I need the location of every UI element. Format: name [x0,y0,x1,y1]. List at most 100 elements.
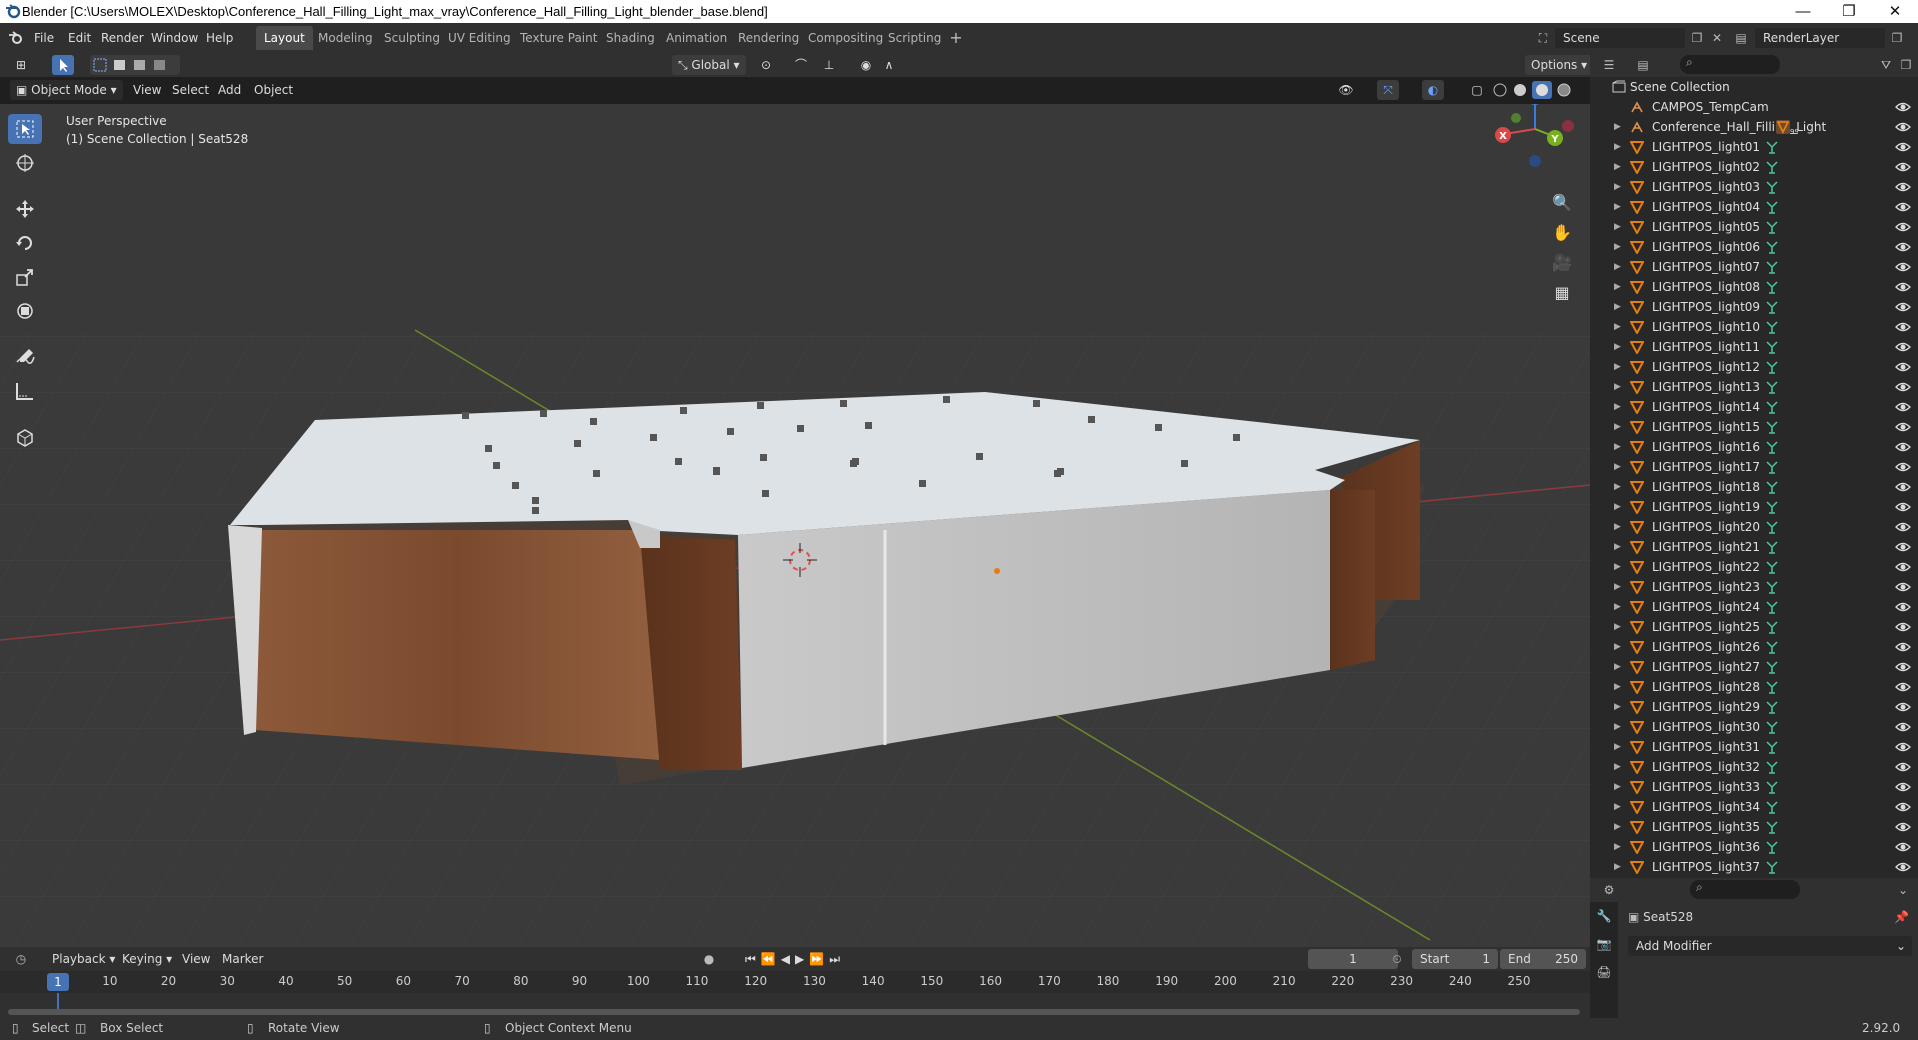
eye-icon[interactable] [1895,680,1911,694]
modifier-icon[interactable] [1765,820,1779,834]
outliner-row[interactable]: ▶ LIGHTPOS_light10 [1590,317,1918,337]
add-modifier-button[interactable]: Add Modifier ⌄ [1628,936,1912,956]
timeline-menu-marker[interactable]: Marker [222,949,263,969]
modifier-icon[interactable] [1765,740,1779,754]
menu-help[interactable]: Help [200,28,239,48]
eye-icon[interactable] [1895,340,1911,354]
select-tool-icon[interactable] [52,55,74,75]
modifier-icon[interactable] [1765,780,1779,794]
outliner-row[interactable]: ▶ LIGHTPOS_light13 [1590,377,1918,397]
expand-arrow-icon[interactable]: ▶ [1614,577,1621,597]
annotate-tool-icon[interactable] [8,342,42,372]
options-dropdown[interactable]: Options ▾ [1525,55,1594,75]
expand-arrow-icon[interactable]: ▶ [1614,237,1621,257]
eye-icon[interactable] [1895,420,1911,434]
timeline-menu-view[interactable]: View [182,949,210,969]
expand-arrow-icon[interactable]: ▶ [1614,137,1621,157]
expand-arrow-icon[interactable]: ▶ [1614,257,1621,277]
snap-target-icon[interactable]: ⊥ [818,55,840,75]
end-frame-field[interactable]: End 250 [1500,949,1586,969]
blender-menu-icon[interactable] [8,30,24,46]
outliner-row[interactable]: ▶ LIGHTPOS_light37 [1590,857,1918,877]
camera-view-icon[interactable]: 🎥 [1548,248,1576,278]
eye-icon[interactable] [1895,400,1911,414]
modifier-icon[interactable] [1765,480,1779,494]
eye-icon[interactable] [1895,380,1911,394]
timeline-menu-playback[interactable]: Playback ▾ [52,949,115,969]
modifier-icon[interactable] [1765,720,1779,734]
eye-icon[interactable] [1895,720,1911,734]
outliner-row[interactable]: ▶ LIGHTPOS_light05 [1590,217,1918,237]
eye-icon[interactable] [1895,180,1911,194]
outliner-row[interactable]: ▶ LIGHTPOS_light11 [1590,337,1918,357]
eye-icon[interactable] [1895,820,1911,834]
expand-arrow-icon[interactable]: ▶ [1614,117,1621,137]
outliner-row[interactable]: ▶ LIGHTPOS_light33 [1590,777,1918,797]
expand-arrow-icon[interactable]: ▶ [1614,617,1621,637]
modifier-icon[interactable] [1765,640,1779,654]
add-cube-tool-icon[interactable] [8,422,42,452]
shading-mode-buttons[interactable] [1490,81,1576,99]
modifier-icon[interactable] [1765,300,1779,314]
expand-arrow-icon[interactable]: ▶ [1614,217,1621,237]
eye-icon[interactable] [1895,360,1911,374]
outliner-row[interactable]: ▶ LIGHTPOS_light22 [1590,557,1918,577]
eye-icon[interactable] [1895,220,1911,234]
delete-scene-icon[interactable]: ✕ [1706,28,1728,48]
outliner-row[interactable]: ▶ LIGHTPOS_light15 [1590,417,1918,437]
outliner-row[interactable]: ▶ LIGHTPOS_light02 [1590,157,1918,177]
record-icon[interactable]: ● [698,949,720,969]
eye-icon[interactable] [1895,240,1911,254]
outliner-row[interactable]: ▶ LIGHTPOS_light23 [1590,577,1918,597]
timeline-scrollbar[interactable] [8,1009,1580,1015]
viewport-menu-view[interactable]: View [133,80,161,100]
outliner-row[interactable]: ▶ LIGHTPOS_light19 [1590,497,1918,517]
render-layer-selector[interactable]: RenderLayer [1755,28,1885,48]
output-tab-icon[interactable]: 🖨 [1590,958,1618,986]
eye-icon[interactable] [1895,460,1911,474]
outliner-row[interactable]: ▶ LIGHTPOS_light16 [1590,437,1918,457]
modifier-icon[interactable] [1765,400,1779,414]
eye-icon[interactable] [1895,560,1911,574]
outliner-row[interactable]: ▶ LIGHTPOS_light24 [1590,597,1918,617]
eye-icon[interactable] [1895,620,1911,634]
outliner-row[interactable]: ▶ LIGHTPOS_light26 [1590,637,1918,657]
expand-arrow-icon[interactable]: ▶ [1614,797,1621,817]
eye-icon[interactable] [1895,160,1911,174]
scene-icon[interactable]: ⛶ [1532,28,1554,48]
eye-icon[interactable] [1895,640,1911,654]
zoom-icon[interactable]: 🔍 [1548,188,1576,218]
modifier-icon[interactable] [1765,340,1779,354]
outliner-row[interactable]: CAMPOS_TempCam [1590,97,1918,117]
outliner-row[interactable]: ▶ Conference_Hall_Filling_Light 99 [1590,117,1918,137]
tab-uv-editing[interactable]: UV Editing [440,26,519,50]
move-tool-icon[interactable] [8,194,42,224]
modifier-icon[interactable] [1765,700,1779,714]
mode-dropdown[interactable]: ▣ Object Mode ▾ [10,80,123,100]
cursor-tool-icon[interactable] [8,148,42,178]
close-button[interactable]: ✕ [1872,0,1918,23]
expand-arrow-icon[interactable]: ▶ [1614,497,1621,517]
properties-editor-icon[interactable]: ⚙ [1598,880,1620,900]
measure-tool-icon[interactable] [8,376,42,406]
new-collection-icon[interactable]: ❐ [1895,55,1917,75]
expand-arrow-icon[interactable]: ▶ [1614,857,1621,877]
eye-icon[interactable] [1895,540,1911,554]
expand-arrow-icon[interactable]: ▶ [1614,537,1621,557]
outliner-row[interactable]: ▶ LIGHTPOS_light36 [1590,837,1918,857]
modifier-icon[interactable] [1765,660,1779,674]
selection-mode-buttons[interactable] [90,55,180,75]
transform-tool-icon[interactable] [8,296,42,326]
select-box-tool-icon[interactable] [8,114,42,144]
modifier-icon[interactable] [1765,160,1779,174]
eye-icon[interactable] [1895,860,1911,874]
tool-tab-icon[interactable]: 🔧 [1590,902,1618,930]
timeline-ruler[interactable]: 1 10 20 30 40 50 60 70 80 90 100 110 120 130 140 150 16… [0,971,1590,993]
outliner-row[interactable]: ▶ LIGHTPOS_light30 [1590,717,1918,737]
expand-arrow-icon[interactable]: ▶ [1614,197,1621,217]
timeline-editor-icon[interactable]: ◷ [10,949,32,969]
expand-arrow-icon[interactable]: ▶ [1614,397,1621,417]
current-frame-field[interactable]: 1 [1308,949,1398,969]
expand-arrow-icon[interactable]: ▶ [1614,157,1621,177]
scene-selector[interactable]: Scene [1555,28,1685,48]
